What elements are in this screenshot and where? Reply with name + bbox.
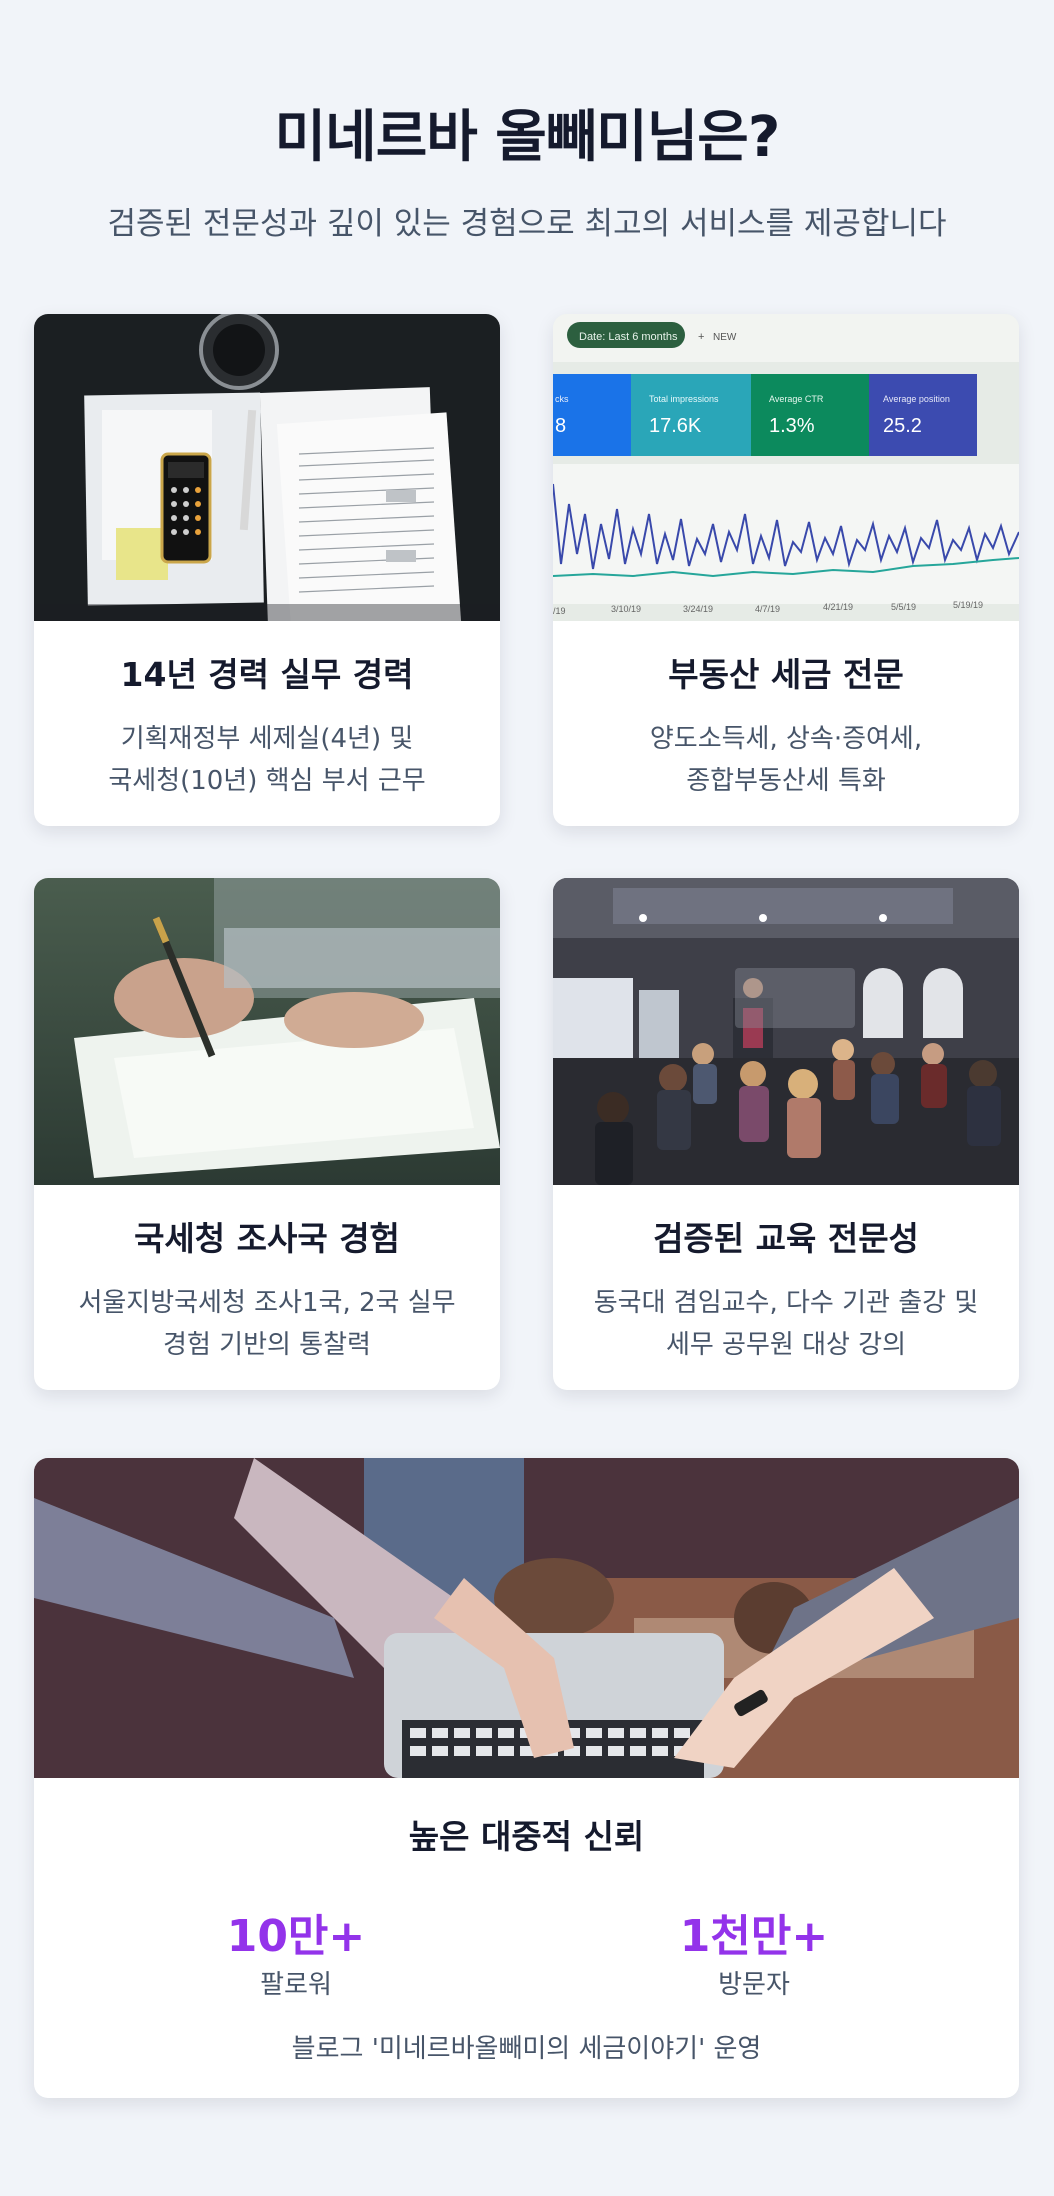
signing-document-image <box>34 878 500 1185</box>
svg-text:Average position: Average position <box>883 394 950 404</box>
card-description-line-2: 경험 기반의 통찰력 <box>163 1330 371 1360</box>
svg-text:3/10/19: 3/10/19 <box>611 604 641 614</box>
svg-text:3/24/19: 3/24/19 <box>683 604 713 614</box>
tax-documents-image <box>34 314 500 621</box>
page-subtitle: 검증된 전문성과 깊이 있는 경험으로 최고의 서비스를 제공합니다 <box>107 206 947 242</box>
public-trust-card: 높은 대중적 신뢰 10만+ 팔로워 1천만+ 방문자 블로그 '미네르바올빼미… <box>34 1458 1019 2098</box>
card-description-line-2: 국세청(10년) 핵심 부서 근무 <box>108 766 426 796</box>
card-description-line-1: 양도소득세, 상속·증여세, <box>649 724 923 754</box>
lecture-room-image <box>553 878 1019 1185</box>
svg-text:1.3%: 1.3% <box>769 415 815 437</box>
blog-description: 블로그 '미네르바올빼미의 세금이야기' 운영 <box>291 2034 762 2064</box>
card-description-line-1: 동국대 겸임교수, 다수 기관 출강 및 <box>593 1288 979 1318</box>
card-title: 검증된 교육 전문성 <box>653 1219 919 1258</box>
svg-text:4/7/19: 4/7/19 <box>755 604 780 614</box>
dashboard-filter-text: Date: Last 6 months <box>579 331 678 343</box>
card-title: 부동산 세금 전문 <box>668 655 904 694</box>
visitors-count: 1천만+ <box>679 1911 829 1962</box>
svg-text:8: 8 <box>555 415 566 437</box>
card-title: 14년 경력 실무 경력 <box>120 655 414 694</box>
svg-text:25.2: 25.2 <box>883 415 922 437</box>
real-estate-card: Date: Last 6 months + NEW cks 8 Total im… <box>553 314 1019 826</box>
card-description-line-1: 서울지방국세청 조사1국, 2국 실무 <box>78 1288 456 1318</box>
followers-label: 팔로워 <box>260 1970 332 2000</box>
svg-text:17.6K: 17.6K <box>649 415 702 437</box>
analytics-dashboard-image: Date: Last 6 months + NEW cks 8 Total im… <box>553 314 1019 621</box>
investigation-card: 국세청 조사국 경험 서울지방국세청 조사1국, 2국 실무 경험 기반의 통찰… <box>34 878 500 1390</box>
svg-text:Average CTR: Average CTR <box>769 394 824 404</box>
about-section: 미네르바 올빼미님은? 검증된 전문성과 깊이 있는 경험으로 최고의 서비스를… <box>0 0 1054 2196</box>
svg-text:+: + <box>698 331 704 343</box>
card-description-line-1: 기획재정부 세제실(4년) 및 <box>120 724 414 754</box>
followers-count: 10만+ <box>226 1911 366 1962</box>
dashboard-new-text: NEW <box>713 332 737 343</box>
svg-text:5/5/19: 5/5/19 <box>891 602 916 612</box>
card-title: 국세청 조사국 경험 <box>134 1219 400 1258</box>
laptop-hands-image <box>34 1458 1019 1778</box>
svg-text:/19: /19 <box>553 606 566 616</box>
experience-card: 14년 경력 실무 경력 기획재정부 세제실(4년) 및 국세청(10년) 핵심… <box>34 314 500 826</box>
trust-title: 높은 대중적 신뢰 <box>408 1817 645 1856</box>
page-title: 미네르바 올빼미님은? <box>274 105 781 170</box>
svg-text:cks: cks <box>555 394 569 404</box>
svg-text:5/19/19: 5/19/19 <box>953 600 983 610</box>
card-description-line-2: 세무 공무원 대상 강의 <box>665 1330 907 1360</box>
card-description-line-2: 종합부동산세 특화 <box>686 766 886 796</box>
svg-text:4/21/19: 4/21/19 <box>823 602 853 612</box>
svg-text:Total impressions: Total impressions <box>649 394 719 404</box>
visitors-label: 방문자 <box>718 1970 790 2000</box>
education-card: 검증된 교육 전문성 동국대 겸임교수, 다수 기관 출강 및 세무 공무원 대… <box>553 878 1019 1390</box>
